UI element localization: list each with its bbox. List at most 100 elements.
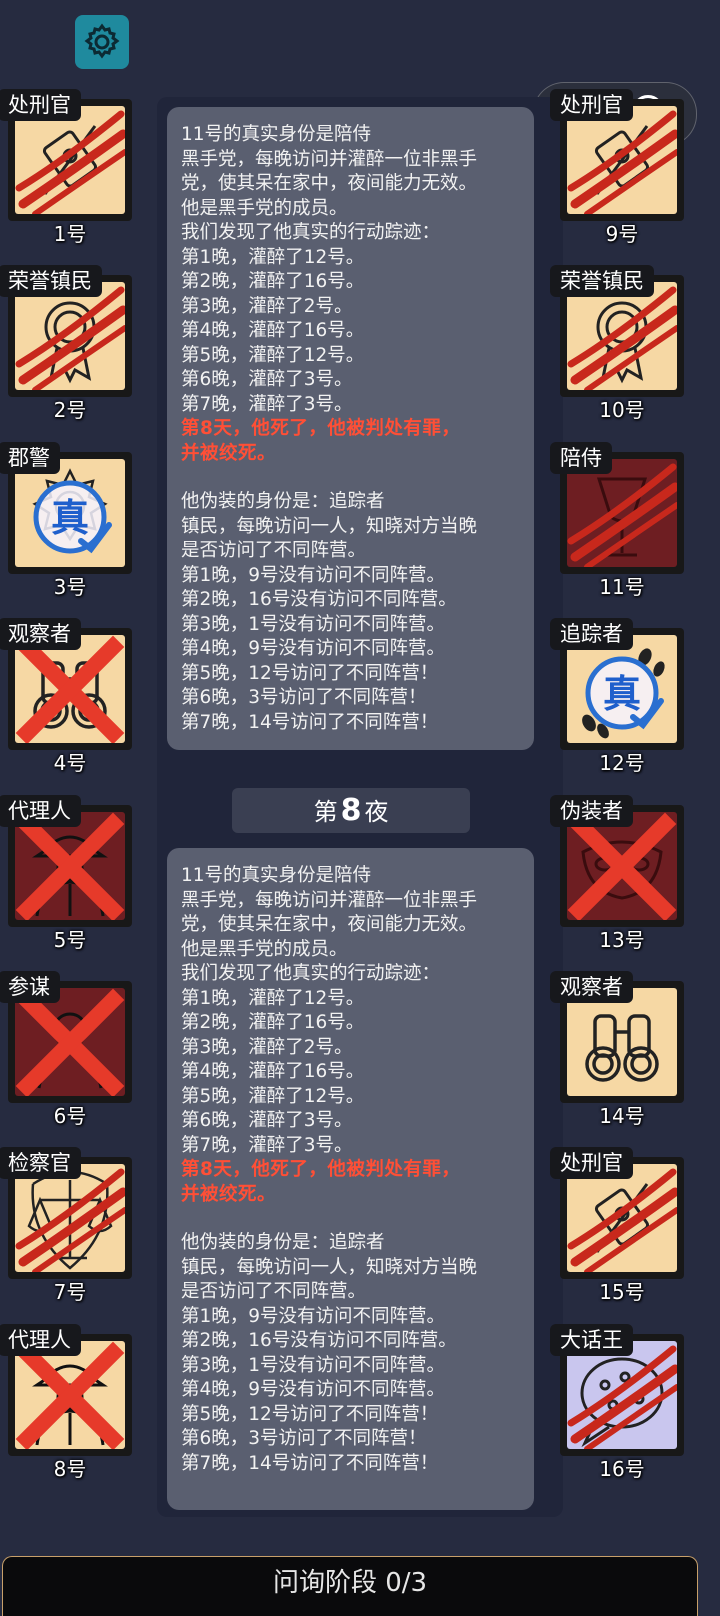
log-line: 是否访问了不同阵营。: [181, 1281, 367, 1302]
death-notice: 第8天，他死了，他被判处有罪，: [181, 1159, 461, 1180]
claw-mark-icon: [15, 1168, 125, 1272]
player-card[interactable]: 处刑官 9号: [550, 89, 684, 246]
claw-mark-icon: [567, 1168, 677, 1272]
night-number: 8: [340, 793, 362, 828]
cross-mark-icon: [15, 635, 125, 743]
log-line: 是否访问了不同阵营。: [181, 540, 367, 561]
player-number: 15号: [599, 1280, 645, 1304]
log-line: 第3晚，灌醉了2号。: [181, 1036, 353, 1058]
log-line: 第5晚，灌醉了12号。: [181, 344, 365, 366]
log-line: 第7晚，灌醉了3号。: [181, 1134, 353, 1156]
log-line: 第5晚，灌醉了12号。: [181, 1085, 365, 1107]
player-number: 6号: [53, 1104, 87, 1128]
role-label: 检察官: [0, 1147, 81, 1179]
player-number: 13号: [599, 928, 645, 952]
card-art: [567, 1341, 677, 1449]
player-card[interactable]: 观察者 14号: [550, 971, 684, 1128]
card-art: [567, 988, 677, 1096]
log-line: 第3晚，1号没有访问不同阵营。: [181, 1354, 446, 1376]
log-line: 第2晚，16号没有访问不同阵营。: [181, 1330, 457, 1351]
svg-text:真: 真: [603, 672, 641, 716]
log-line: 我们发现了他真实的行动踪迹：: [181, 963, 441, 984]
player-number: 12号: [599, 751, 645, 775]
player-card[interactable]: 荣誉镇民 2号: [0, 265, 132, 422]
player-card[interactable]: 伪装者 13号: [550, 795, 684, 952]
player-number: 10号: [599, 398, 645, 422]
log-panel: 11号的真实身份是陪侍 黑手党，每晚访问并灌醉一位非黑手 党，使其呆在家中，夜间能力…: [167, 107, 534, 750]
log-line: 他伪装的身份是：追踪者: [181, 491, 385, 512]
log-line: 第2晚，16号没有访问不同阵营。: [181, 589, 457, 610]
log-line: 第4晚，9号没有访问不同阵营。: [181, 1379, 446, 1400]
claw-mark-icon: [567, 1345, 677, 1449]
log-line: 第7晚，灌醉了3号。: [181, 393, 353, 415]
role-label: 观察者: [0, 618, 81, 650]
log-line: 第2晚，灌醉了16号。: [181, 1012, 365, 1033]
log-line: 第3晚，灌醉了2号。: [181, 295, 353, 317]
log-line: 他是黑手党的成员。: [181, 197, 348, 219]
role-label: 处刑官: [0, 89, 81, 121]
log-line: 第4晚，9号没有访问不同阵营。: [181, 638, 446, 659]
night-prefix: 第: [313, 798, 338, 826]
player-card[interactable]: 荣誉镇民 10号: [550, 265, 684, 422]
log-line: 第2晚，灌醉了16号。: [181, 271, 365, 292]
player-card[interactable]: 代理人 8号: [0, 1324, 132, 1481]
settings-button[interactable]: [75, 15, 129, 69]
log-line: 镇民，每晚访问一人，知晓对方当晚: [181, 515, 478, 537]
svg-text:真: 真: [51, 496, 89, 540]
binoculars-icon: [585, 1014, 659, 1082]
phase-bar[interactable]: 问询阶段 0/3: [2, 1556, 698, 1616]
log-panel: 11号的真实身份是陪侍 黑手党，每晚访问并灌醉一位非黑手 党，使其呆在家中，夜间能力…: [167, 848, 534, 1510]
player-card[interactable]: 观察者 4号: [0, 618, 132, 775]
log-line: 黑手党，每晚访问并灌醉一位非黑手: [181, 148, 478, 170]
death-notice: 第8天，他死了，他被判处有罪，: [181, 418, 461, 439]
cross-mark-icon: [15, 988, 125, 1096]
player-number: 5号: [53, 928, 87, 952]
role-label: 荣誉镇民: [0, 265, 102, 297]
role-label: 参谋: [0, 971, 60, 1003]
log-line: 第5晚，12号访问了不同阵营！: [181, 662, 439, 684]
player-card[interactable]: 处刑官 1号: [0, 89, 132, 246]
card-art: 真: [567, 635, 677, 743]
claw-mark-icon: [15, 110, 125, 214]
player-number: 11号: [599, 575, 645, 599]
verified-stamp-icon: 真: [585, 656, 664, 730]
log-line: 黑手党，每晚访问并灌醉一位非黑手: [181, 889, 478, 911]
log-line: 第6晚，灌醉了3号。: [181, 369, 353, 390]
card-art: [567, 812, 677, 920]
card-art: [567, 1164, 677, 1272]
cross-mark-icon: [15, 1341, 125, 1449]
log-line: 第1晚，灌醉了12号。: [181, 246, 365, 268]
night-suffix: 夜: [364, 798, 389, 826]
claw-mark-icon: [15, 286, 125, 390]
card-art: [15, 812, 125, 920]
player-card[interactable]: 检察官 7号: [0, 1147, 132, 1304]
death-notice: 并被绞死。: [181, 1183, 277, 1205]
log-line: 第5晚，12号访问了不同阵营！: [181, 1403, 439, 1425]
player-number: 14号: [599, 1104, 645, 1128]
player-card[interactable]: 真 追踪者 12号: [550, 618, 684, 775]
player-number: 9号: [605, 222, 639, 246]
player-number: 2号: [53, 398, 87, 422]
player-number: 7号: [53, 1280, 87, 1304]
card-art: [15, 988, 125, 1096]
log-spacer: [181, 1207, 520, 1231]
card-art: [15, 282, 125, 390]
role-label: 代理人: [0, 1324, 81, 1356]
player-card[interactable]: 陪侍 11号: [550, 442, 684, 599]
role-label: 观察者: [550, 971, 633, 1003]
player-card[interactable]: 大话王 16号: [550, 1324, 684, 1481]
player-card[interactable]: 真 郡警 3号: [0, 442, 132, 599]
role-label: 郡警: [0, 442, 60, 474]
log-line: 他是黑手党的成员。: [181, 938, 348, 960]
log-line: 第4晚，灌醉了16号。: [181, 320, 365, 341]
role-label: 荣誉镇民: [550, 265, 654, 297]
gear-icon: [84, 23, 120, 59]
log-line: 第1晚，灌醉了12号。: [181, 987, 365, 1009]
player-card[interactable]: 参谋 6号: [0, 971, 132, 1128]
log-spacer: [181, 466, 520, 490]
player-number: 3号: [53, 575, 87, 599]
player-card[interactable]: 代理人 5号: [0, 795, 132, 952]
log-line: 党，使其呆在家中，夜间能力无效。: [181, 914, 478, 935]
player-card[interactable]: 处刑官 15号: [550, 1147, 684, 1304]
role-label: 大话王: [550, 1324, 633, 1356]
